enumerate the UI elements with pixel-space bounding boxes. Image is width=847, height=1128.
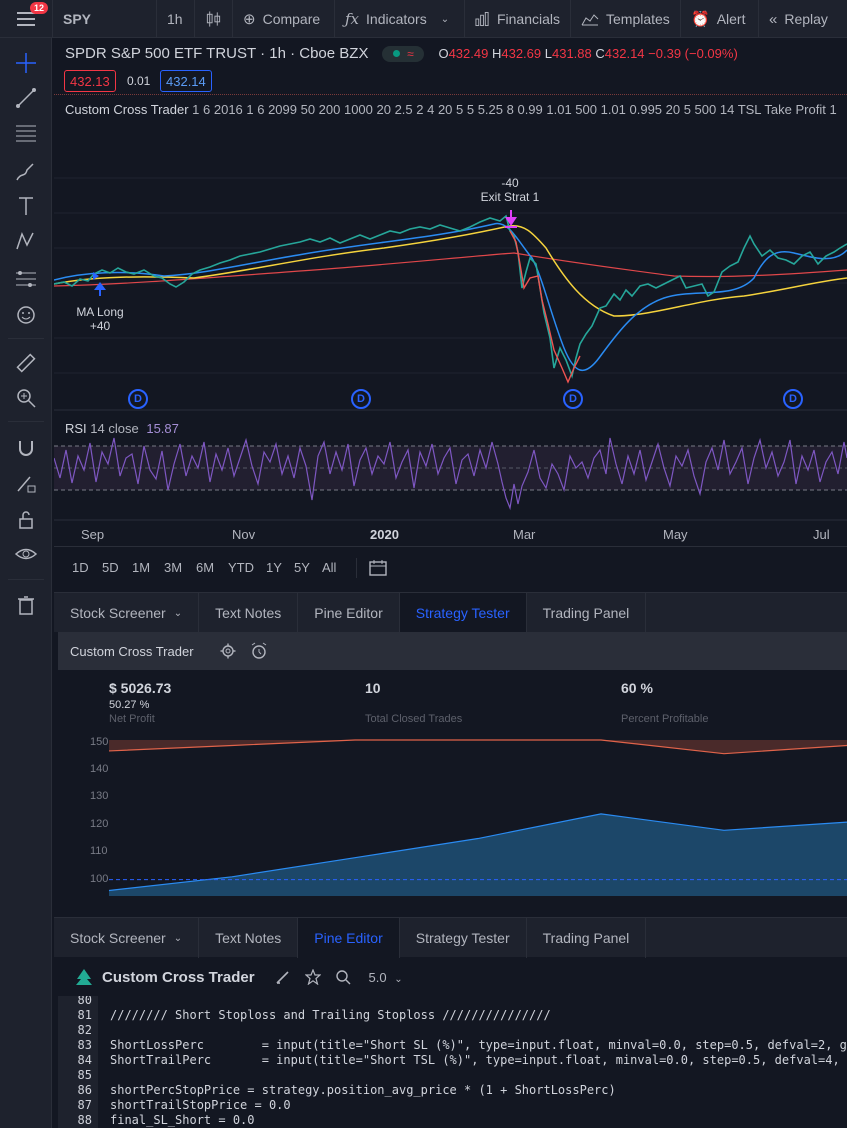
line-number: 83 [77,1038,92,1052]
line-number: 88 [77,1113,92,1127]
tab-text-notes[interactable]: Text Notes [199,918,299,958]
code-line: //////// Short Stoploss and Trailing Sto… [110,1008,551,1022]
chevron-down-icon: ⌄ [394,973,403,985]
line-number: 82 [77,1023,92,1037]
tab-label: Trading Panel [542,930,630,946]
version-select[interactable]: 5.0 ⌄ [369,970,403,985]
chevron-down-icon: ⌄ [173,932,183,944]
tab-label: Pine Editor [314,930,383,946]
line-number: 87 [77,1098,92,1112]
code-line: ShortTrailPerc = input(title="Short TSL … [110,1053,847,1067]
search-icon[interactable] [335,969,351,985]
line-number: 81 [77,1008,92,1022]
drawdown-area [109,740,847,754]
line-number: 86 [77,1083,92,1097]
bottom-panel-tabs: Stock Screener ⌄ Text Notes Pine Editor S… [54,917,847,958]
code-line: shortTrailStopPrice = 0.0 [110,1098,291,1112]
code-line: ShortLossPerc = input(title="Short SL (%… [110,1038,847,1052]
tab-stock-screener[interactable]: Stock Screener ⌄ [54,918,200,958]
pine-tree-icon [76,969,92,985]
line-number: 85 [77,1068,92,1082]
tab-trading-panel[interactable]: Trading Panel [527,918,647,958]
tab-label: Strategy Tester [415,930,510,946]
line-number: 80 [77,996,92,1007]
code-line: shortPercStopPrice = strategy.position_a… [110,1083,616,1097]
star-icon[interactable] [304,969,321,985]
tab-pine-editor[interactable]: Pine Editor [298,918,400,958]
tab-strategy-tester[interactable]: Strategy Tester [400,918,527,958]
tab-label: Stock Screener [70,930,166,946]
code-line: final_SL_Short = 0.0 [110,1113,255,1127]
version-label: 5.0 [368,969,387,985]
pine-editor-header: Custom Cross Trader 5.0 ⌄ [54,958,847,996]
line-number: 84 [77,1053,92,1067]
script-title[interactable]: Custom Cross Trader [102,969,255,986]
tradingview-app: 12 SPY 1h ⊕ Compare ƒx Indicators ⌄ Fina… [0,0,847,1128]
equity-area [109,813,847,896]
pencil-icon[interactable] [275,969,291,985]
tab-label: Text Notes [215,930,282,946]
code-editor[interactable]: 80 81 82 83 84 85 86 87 88 //////// Shor… [58,996,847,1128]
